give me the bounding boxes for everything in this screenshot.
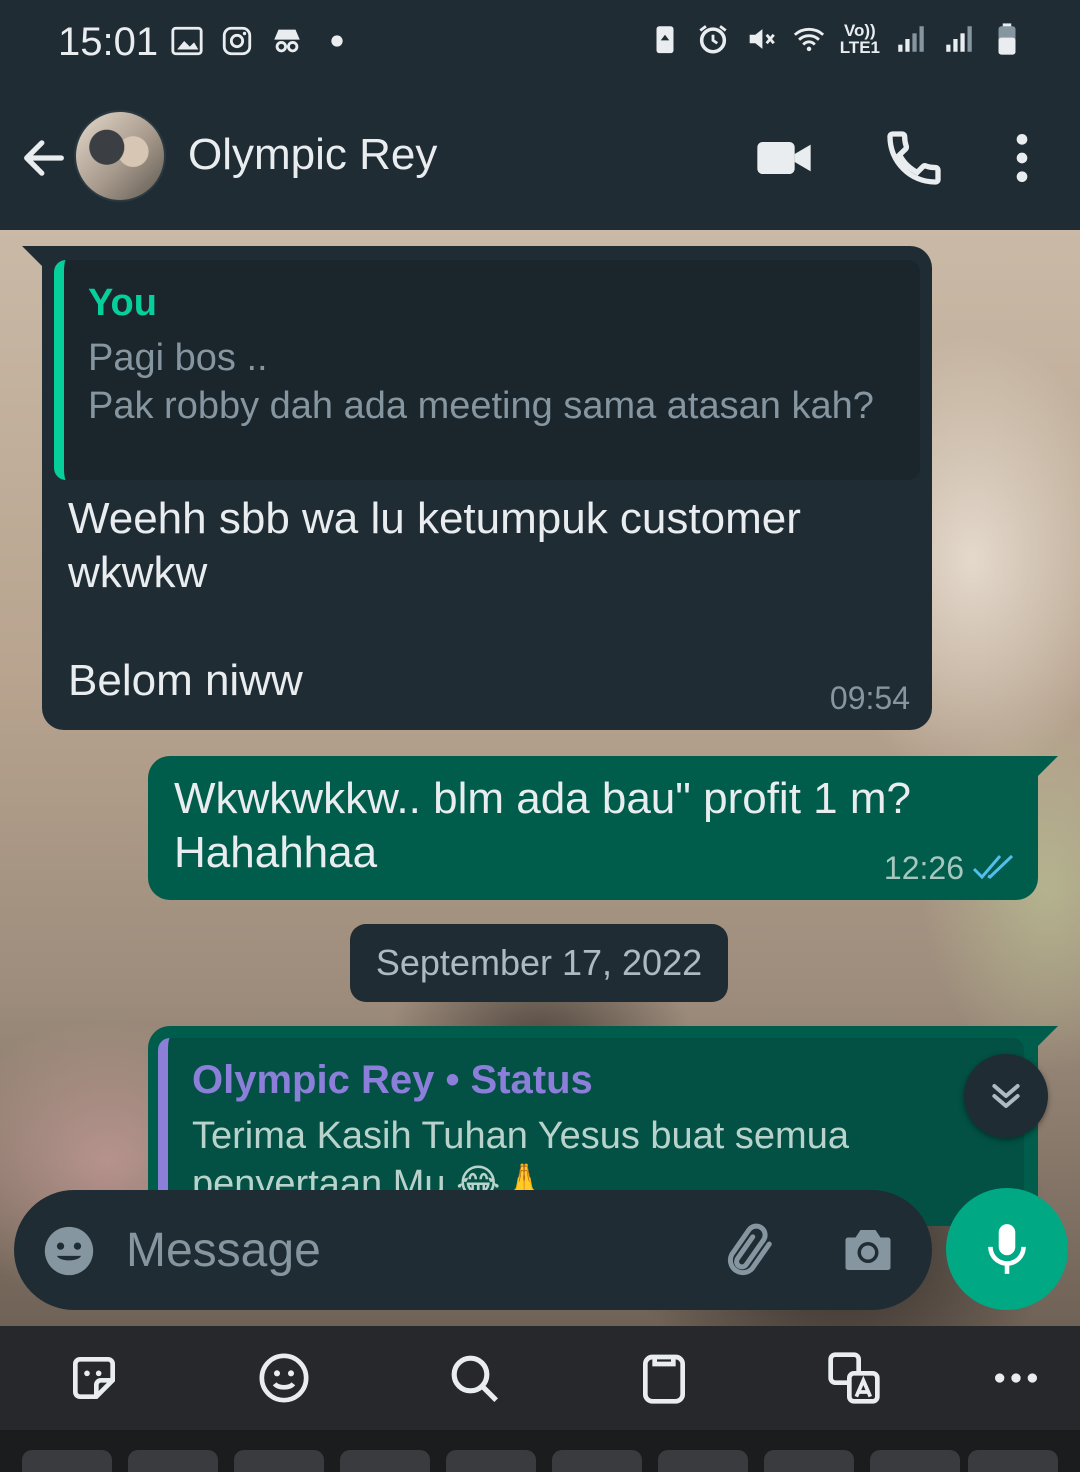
status-time: 15:01 bbox=[58, 20, 159, 64]
network-label: Vo)) LTE1 bbox=[839, 21, 880, 57]
search-icon[interactable] bbox=[446, 1350, 502, 1406]
read-ticks-icon bbox=[972, 854, 1014, 880]
translate-icon[interactable] bbox=[826, 1350, 882, 1406]
date-separator: September 17, 2022 bbox=[350, 924, 728, 1002]
status-bar: 15:01 Vo)) LTE1 bbox=[0, 0, 1080, 86]
alarm-icon bbox=[699, 25, 727, 54]
keyboard-key[interactable] bbox=[764, 1450, 854, 1472]
message-composer bbox=[14, 1190, 932, 1310]
quote-text: Pagi bos .. Pak robby dah ada meeting sa… bbox=[88, 337, 874, 427]
keyboard-key[interactable] bbox=[234, 1450, 324, 1472]
sticker-icon[interactable] bbox=[66, 1350, 122, 1406]
instagram-icon bbox=[222, 26, 252, 56]
keyboard-key[interactable] bbox=[446, 1450, 536, 1472]
status-left-icons bbox=[170, 24, 354, 58]
message-text: Weehh sbb wa lu ketumpuk customer wkwkw … bbox=[68, 494, 801, 705]
more-horiz-icon[interactable] bbox=[988, 1350, 1044, 1406]
keyboard-keys-row bbox=[0, 1430, 1080, 1472]
avatar[interactable] bbox=[74, 110, 166, 202]
keyboard-key[interactable] bbox=[22, 1450, 112, 1472]
status-right-icons: Vo)) LTE1 bbox=[648, 22, 1024, 56]
message-input[interactable] bbox=[126, 1214, 686, 1286]
more-vert-icon[interactable] bbox=[990, 126, 1054, 190]
message-bubble-outgoing[interactable]: Wkwkwkkw.. blm ada bau" profit 1 m? Haha… bbox=[148, 756, 1058, 900]
quoted-message[interactable]: You Pagi bos .. Pak robby dah ada meetin… bbox=[54, 260, 920, 480]
battery-saver-icon bbox=[656, 26, 674, 54]
chevron-double-down-icon bbox=[992, 1084, 1020, 1108]
emoji-icon[interactable] bbox=[256, 1350, 312, 1406]
back-arrow-icon[interactable] bbox=[18, 132, 70, 184]
keyboard-key[interactable] bbox=[128, 1450, 218, 1472]
message-text: Wkwkwkkw.. blm ada bau" profit 1 m? Haha… bbox=[174, 774, 911, 877]
chat-header: Olympic Rey bbox=[0, 86, 1080, 230]
battery-icon bbox=[998, 23, 1016, 55]
bubble-tail bbox=[1036, 1026, 1058, 1048]
mute-icon bbox=[749, 29, 775, 49]
signal-icon bbox=[898, 26, 924, 52]
incognito-icon bbox=[274, 29, 300, 53]
gallery-icon bbox=[171, 26, 203, 56]
camera-icon[interactable] bbox=[838, 1220, 898, 1280]
keyboard-toolbar bbox=[0, 1326, 1080, 1430]
quote-author: Olympic Rey • Status bbox=[192, 1058, 593, 1102]
phone-icon[interactable] bbox=[882, 126, 946, 190]
signal-icon bbox=[946, 26, 972, 52]
keyboard-key[interactable] bbox=[870, 1450, 960, 1472]
clipboard-icon[interactable] bbox=[636, 1350, 692, 1406]
volte-icon: Vo)) LTE1 bbox=[840, 22, 880, 56]
keyboard-key[interactable] bbox=[968, 1450, 1058, 1472]
message-bubble-incoming[interactable]: You Pagi bos .. Pak robby dah ada meetin… bbox=[22, 246, 932, 730]
contact-name[interactable]: Olympic Rey bbox=[188, 130, 437, 180]
emoji-icon[interactable] bbox=[40, 1222, 98, 1280]
scroll-to-bottom-button[interactable] bbox=[964, 1054, 1048, 1138]
mic-icon bbox=[988, 1224, 1026, 1274]
attach-icon[interactable] bbox=[720, 1220, 780, 1280]
dot-icon bbox=[331, 35, 343, 47]
keyboard-key[interactable] bbox=[552, 1450, 642, 1472]
chat-area[interactable]: You Pagi bos .. Pak robby dah ada meetin… bbox=[0, 230, 1080, 1326]
keyboard-key[interactable] bbox=[658, 1450, 748, 1472]
wifi-icon bbox=[793, 27, 824, 52]
voice-message-button[interactable] bbox=[946, 1188, 1068, 1310]
message-time: 09:54 bbox=[829, 680, 910, 716]
quote-author: You bbox=[88, 282, 157, 324]
message-time: 12:26 bbox=[883, 850, 964, 886]
keyboard-key[interactable] bbox=[340, 1450, 430, 1472]
video-call-icon[interactable] bbox=[752, 126, 816, 190]
